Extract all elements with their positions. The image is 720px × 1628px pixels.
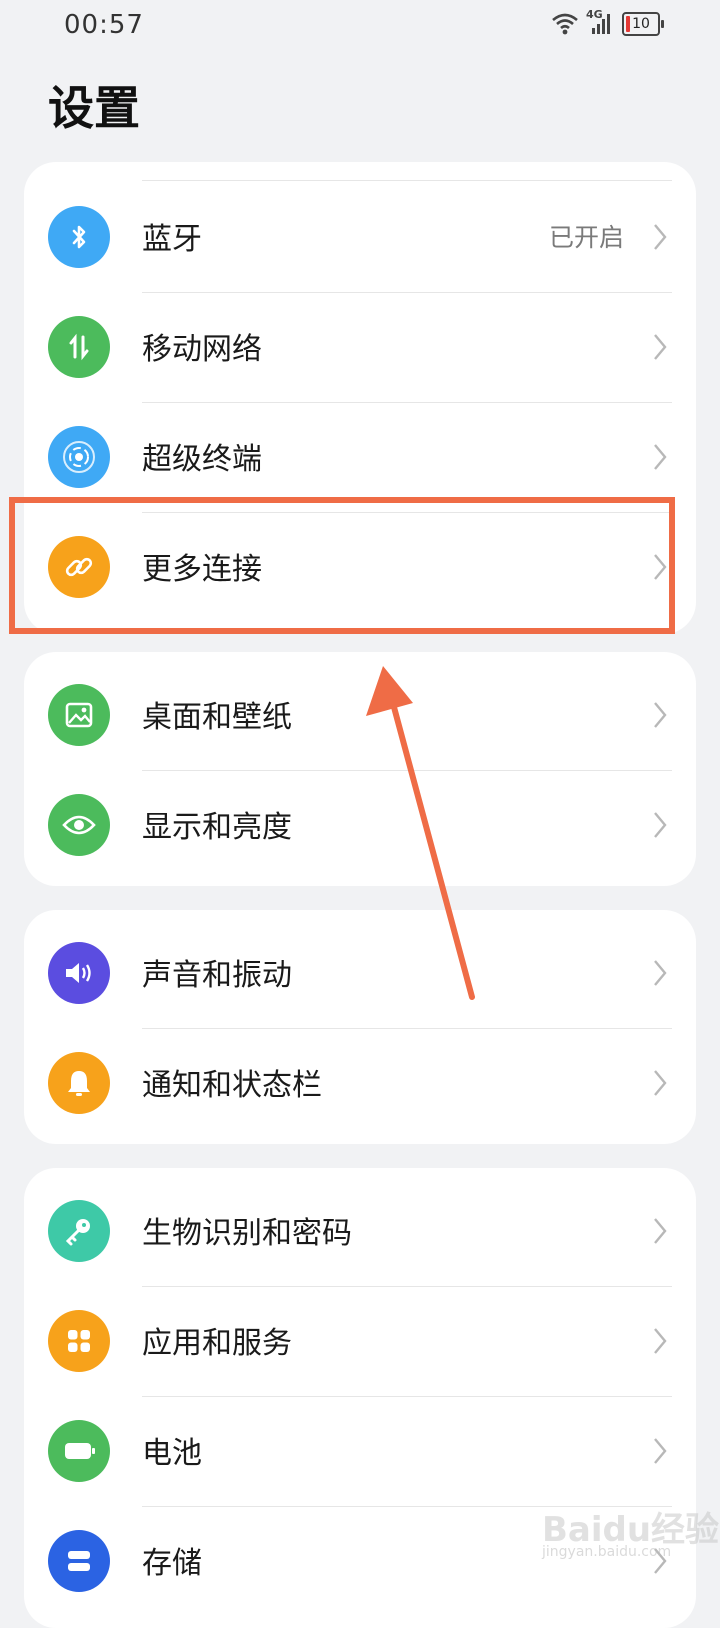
divider bbox=[142, 1396, 672, 1397]
settings-item-label: 蓝牙 bbox=[142, 222, 202, 257]
settings-group-sound: 声音和振动 通知和状态栏 bbox=[24, 910, 696, 1144]
chevron-right-icon bbox=[654, 1328, 667, 1354]
divider bbox=[142, 402, 672, 403]
eye-icon bbox=[48, 794, 110, 856]
divider bbox=[142, 1028, 672, 1029]
chevron-right-icon bbox=[654, 1218, 667, 1244]
status-bar: 00:57 4G 10 bbox=[0, 0, 720, 54]
battery-indicator: 10 bbox=[622, 12, 664, 36]
cellular-signal-icon: 4G bbox=[586, 8, 614, 36]
settings-item-apps-services[interactable]: 应用和服务 bbox=[24, 1286, 696, 1396]
divider bbox=[142, 292, 672, 293]
divider bbox=[142, 770, 672, 771]
settings-item-label: 桌面和壁纸 bbox=[142, 700, 292, 735]
chevron-right-icon bbox=[654, 224, 667, 250]
settings-item-label: 电池 bbox=[142, 1436, 202, 1471]
divider bbox=[142, 180, 672, 181]
wifi-icon bbox=[552, 13, 578, 35]
settings-group-display: 桌面和壁纸 显示和亮度 bbox=[24, 652, 696, 886]
baidu-watermark: Baidu经验 jingyan.baidu.com bbox=[542, 1496, 719, 1566]
divider bbox=[142, 1286, 672, 1287]
bell-icon bbox=[48, 1052, 110, 1114]
chevron-right-icon bbox=[654, 554, 667, 580]
battery-level-text: 10 bbox=[632, 16, 650, 32]
page-title: 设置 bbox=[48, 81, 140, 135]
settings-item-mobile-network[interactable]: 移动网络 bbox=[24, 292, 696, 402]
status-icons: 4G 10 bbox=[552, 8, 664, 36]
battery-level-fill bbox=[626, 16, 630, 32]
key-icon bbox=[48, 1200, 110, 1262]
settings-item-label: 移动网络 bbox=[142, 332, 262, 367]
chevron-right-icon bbox=[654, 1438, 667, 1464]
link-icon bbox=[48, 536, 110, 598]
apps-icon bbox=[48, 1310, 110, 1372]
settings-item-label: 通知和状态栏 bbox=[142, 1068, 322, 1103]
settings-item-label: 存储 bbox=[142, 1546, 202, 1581]
wallpaper-icon bbox=[48, 684, 110, 746]
battery-icon bbox=[48, 1420, 110, 1482]
settings-item-wallpaper[interactable]: 桌面和壁纸 bbox=[24, 660, 696, 770]
settings-item-label: 更多连接 bbox=[142, 552, 262, 587]
settings-item-label: 应用和服务 bbox=[142, 1326, 292, 1361]
settings-item-value: 已开启 bbox=[548, 223, 624, 252]
settings-item-battery[interactable]: 电池 bbox=[24, 1396, 696, 1506]
settings-item-bluetooth[interactable]: 蓝牙 已开启 bbox=[24, 182, 696, 292]
settings-item-label: 超级终端 bbox=[142, 442, 262, 477]
chevron-right-icon bbox=[654, 960, 667, 986]
chevron-right-icon bbox=[654, 812, 667, 838]
settings-item-label: 声音和振动 bbox=[142, 958, 292, 993]
settings-item-more-connections[interactable]: 更多连接 bbox=[24, 512, 696, 622]
settings-item-label: 生物识别和密码 bbox=[142, 1216, 352, 1251]
chevron-right-icon bbox=[654, 1070, 667, 1096]
settings-item-biometrics-password[interactable]: 生物识别和密码 bbox=[24, 1176, 696, 1286]
super-device-icon bbox=[48, 426, 110, 488]
chevron-right-icon bbox=[654, 444, 667, 470]
status-time: 00:57 bbox=[64, 10, 144, 40]
bluetooth-icon bbox=[48, 206, 110, 268]
storage-icon bbox=[48, 1530, 110, 1592]
chevron-right-icon bbox=[654, 702, 667, 728]
mobile-data-icon bbox=[48, 316, 110, 378]
settings-item-label: 显示和亮度 bbox=[142, 810, 292, 845]
settings-item-notifications[interactable]: 通知和状态栏 bbox=[24, 1028, 696, 1138]
settings-item-super-device[interactable]: 超级终端 bbox=[24, 402, 696, 512]
watermark-url: jingyan.baidu.com bbox=[542, 1544, 672, 1560]
settings-item-display-brightness[interactable]: 显示和亮度 bbox=[24, 770, 696, 880]
chevron-right-icon bbox=[654, 334, 667, 360]
speaker-icon bbox=[48, 942, 110, 1004]
divider bbox=[142, 512, 672, 513]
settings-group-connectivity: 蓝牙 已开启 移动网络 超级终端 更多连接 bbox=[24, 162, 696, 634]
settings-item-sound-vibration[interactable]: 声音和振动 bbox=[24, 918, 696, 1028]
